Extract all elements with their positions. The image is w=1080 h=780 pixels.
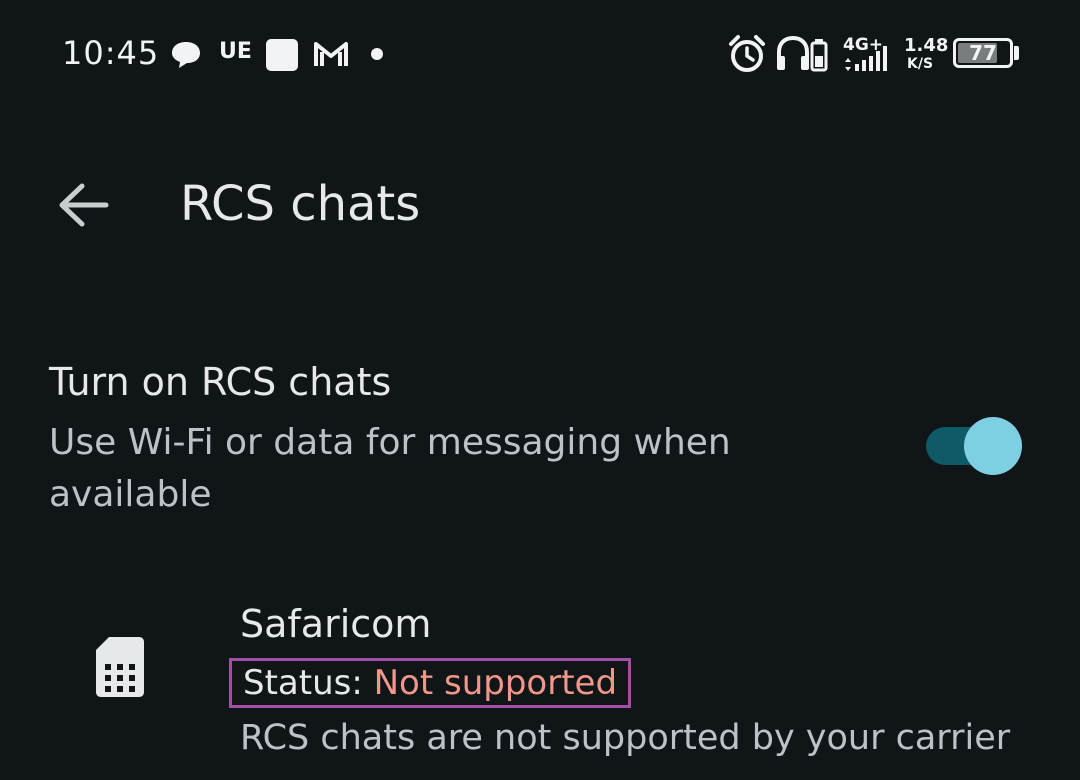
- sim-card-icon: [96, 637, 144, 697]
- back-button[interactable]: [50, 172, 116, 238]
- chat-bubble-icon: [172, 42, 200, 68]
- status-time: 10:45: [62, 34, 160, 72]
- battery-icon: 77: [953, 38, 1013, 68]
- battery-tip: [1014, 46, 1019, 60]
- status-bar: 10:45 UE 4G+ 1.48 K/S 77: [0, 0, 1080, 110]
- page-title: RCS chats: [180, 176, 421, 232]
- rcs-toggle-setting[interactable]: Turn on RCS chats Use Wi-Fi or data for …: [0, 345, 1080, 525]
- setting-title: Turn on RCS chats: [49, 360, 392, 404]
- gmail-icon: [314, 42, 348, 66]
- carrier-note: RCS chats are not supported by your carr…: [240, 718, 1011, 758]
- battery-percent: 77: [969, 41, 997, 65]
- status-value: Not supported: [373, 663, 618, 703]
- rcs-toggle-switch[interactable]: [926, 417, 1022, 475]
- battery-saver-icon: [810, 39, 828, 72]
- carrier-status: Safaricom Status: Not supported RCS chat…: [0, 590, 1080, 780]
- dot-icon: [371, 48, 383, 60]
- status-label: Status:: [243, 663, 363, 703]
- carrier-indicator: UE: [219, 39, 252, 64]
- headphones-icon: [777, 35, 809, 70]
- toggle-thumb: [964, 417, 1022, 475]
- arrow-left-icon: [59, 183, 109, 227]
- data-speed-value: 1.48: [904, 35, 949, 56]
- carrier-name: Safaricom: [240, 602, 432, 646]
- status-line: Status: Not supported: [229, 658, 632, 708]
- alarm-icon: [729, 35, 765, 72]
- data-speed-unit: K/S: [907, 56, 934, 72]
- signal-icon: [845, 46, 887, 71]
- square-notification-icon: [266, 39, 298, 71]
- setting-description: Use Wi-Fi or data for messaging when ava…: [49, 422, 731, 515]
